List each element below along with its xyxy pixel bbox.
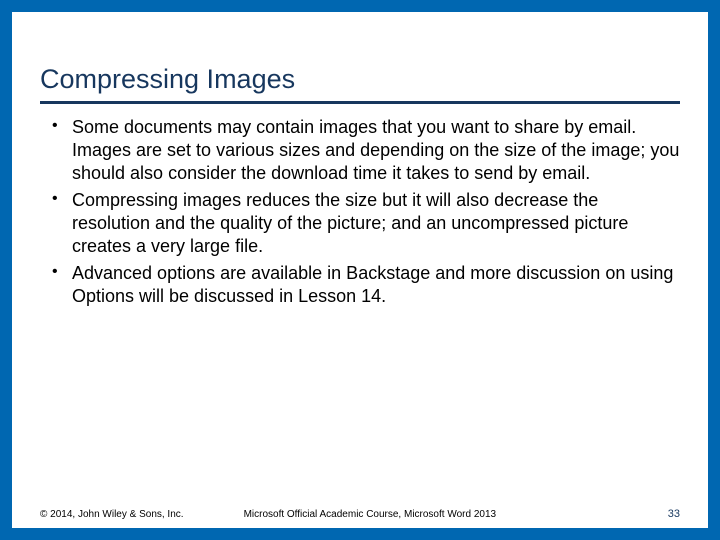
list-item: Compressing images reduces the size but … [46,189,680,258]
page-number: 33 [668,508,680,520]
slide-title: Compressing Images [40,64,680,95]
slide-footer: © 2014, John Wiley & Sons, Inc. Microsof… [40,508,680,520]
footer-course: Microsoft Official Academic Course, Micr… [184,509,668,520]
list-item: Some documents may contain images that y… [46,116,680,185]
bullet-list: Some documents may contain images that y… [40,116,680,308]
title-underline [40,101,680,104]
list-item: Advanced options are available in Backst… [46,262,680,308]
slide-frame: Compressing Images Some documents may co… [0,0,720,540]
footer-copyright: © 2014, John Wiley & Sons, Inc. [40,509,184,520]
